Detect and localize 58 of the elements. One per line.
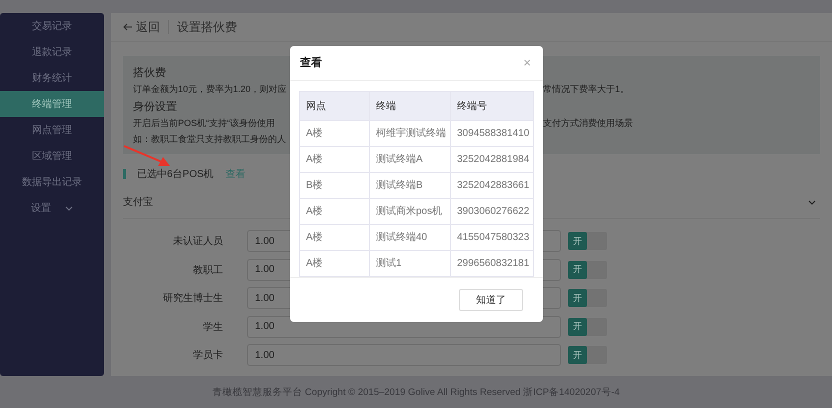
sidebar-item[interactable]: 终端管理 — [0, 91, 104, 117]
table-cell: A楼 — [300, 250, 370, 276]
table-cell: B楼 — [300, 172, 370, 198]
field-label: 未认证人员 — [172, 234, 223, 248]
toggle-switch[interactable]: 开 — [568, 260, 607, 279]
info-text: 开启后当前POS机“支持“该身份使用 — [133, 117, 276, 130]
table-cell: 测试终端A — [370, 146, 451, 172]
page-title: 设置搭伙费 — [177, 18, 237, 36]
table-cell: A楼 — [300, 146, 370, 172]
table-cell: 测试1 — [370, 250, 451, 276]
arrow-left-icon — [123, 23, 133, 31]
info-text: 如：教职工食堂只支持教职工身份的人 — [133, 133, 287, 146]
sidebar-item[interactable]: 财务统计 — [0, 65, 104, 91]
table-cell: 3903060276622 — [451, 198, 534, 224]
sidebar-item[interactable]: 数据导出记录 — [0, 169, 104, 195]
chevron-down-icon — [65, 206, 73, 210]
rate-input[interactable]: 1.00 — [247, 344, 561, 366]
field-label: 学员卡 — [192, 348, 223, 362]
info-text: 订单金额为10元，费率为1.20，则对应 — [133, 83, 288, 96]
toggle-switch[interactable]: 开 — [568, 346, 607, 364]
info-text: 支付方式消费使用场景 — [543, 117, 634, 130]
arrow-drawing — [122, 143, 172, 169]
table-cell: A楼 — [300, 120, 370, 146]
back-link[interactable]: 返回 — [123, 18, 160, 36]
table-cell: 3252042881984 — [451, 146, 534, 172]
sidebar-item[interactable]: 退款记录 — [0, 39, 104, 65]
table-header: 终端号 — [451, 92, 534, 120]
sidebar-item[interactable]: 交易记录 — [0, 13, 104, 39]
field-label: 教职工 — [192, 264, 223, 277]
table-header: 终端 — [370, 92, 451, 120]
table-cell: 3252042883661 — [451, 172, 534, 198]
field-label: 学生 — [202, 320, 223, 334]
table-cell: A楼 — [300, 224, 370, 250]
toggle-switch[interactable]: 开 — [568, 289, 607, 308]
info-heading: 身份设置 — [133, 100, 177, 114]
section-title: 支付宝 — [123, 196, 153, 209]
table-header: 网点 — [300, 92, 370, 120]
toggle-switch[interactable]: 开 — [568, 318, 607, 336]
table-cell: 2996560832181 — [451, 250, 534, 276]
table-cell: 柯维宇测试终端 — [370, 120, 451, 146]
selection-text: 已选中6台POS机 — [137, 168, 214, 181]
field-label: 研究生博士生 — [162, 292, 223, 306]
ok-button[interactable]: 知道了 — [459, 288, 523, 311]
sidebar-item[interactable]: 网点管理 — [0, 117, 104, 143]
table-cell: 测试终端B — [370, 172, 451, 198]
modal-title: 查看 — [300, 56, 322, 70]
sidebar-item[interactable]: 设置 — [0, 195, 104, 221]
sidebar-item[interactable]: 区域管理 — [0, 143, 104, 169]
table-cell: 3094588381410 — [451, 120, 534, 146]
table-cell: 4155047580323 — [451, 224, 534, 250]
table-cell: A楼 — [300, 198, 370, 224]
info-text: 常情况下费率大于1。 — [543, 83, 630, 96]
toggle-switch[interactable]: 开 — [568, 232, 607, 250]
info-heading: 搭伙费 — [133, 66, 166, 80]
table-cell: 测试终端40 — [370, 224, 451, 250]
chevron-down-icon — [808, 200, 816, 204]
table-cell: 测试商米pos机 — [370, 198, 451, 224]
close-button[interactable]: × — [523, 55, 531, 70]
